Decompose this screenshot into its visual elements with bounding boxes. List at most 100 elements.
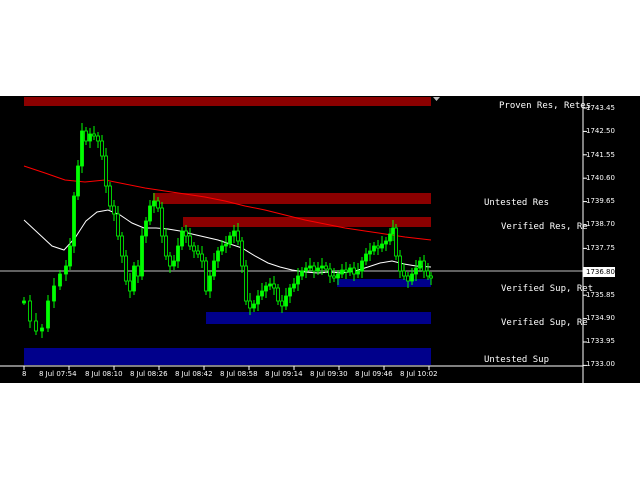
candle-body (216, 250, 220, 262)
candle-body (414, 267, 418, 275)
time-tick-label: 8 Jul 07:54 (39, 370, 77, 378)
candle-body (76, 165, 80, 197)
candle-body (58, 273, 62, 287)
candle-body (152, 200, 156, 207)
zone-label-proven-res: Proven Res, Retes (499, 101, 592, 111)
candle-body (64, 265, 68, 275)
candle-body (172, 260, 176, 267)
candle-body (224, 243, 228, 247)
candle-body (391, 227, 395, 235)
candle-body (410, 273, 414, 282)
candle-body (244, 265, 248, 302)
verified-resistance-zone (183, 217, 431, 227)
zone-label-verified-sup-2: Verified Sup, Re (501, 318, 588, 328)
time-tick-label: 8 Jul 09:30 (310, 370, 348, 378)
candle-body (136, 265, 140, 277)
candle-body (28, 300, 32, 322)
candle-body (156, 200, 160, 209)
candle-body (46, 300, 50, 329)
untested-support-zone (24, 348, 431, 365)
candle-body (188, 235, 192, 247)
candle-body (406, 275, 410, 282)
verified-support-zone-1 (337, 279, 431, 287)
time-tick-label: 8 Jul 09:46 (355, 370, 393, 378)
candle-body (276, 287, 280, 302)
candle-body (344, 269, 348, 273)
candle-body (148, 205, 152, 222)
candle-body (384, 240, 388, 245)
untested-resistance-zone (153, 193, 431, 204)
candle-body (212, 260, 216, 277)
price-tick-label: 1739.65 (586, 197, 615, 205)
proven-resistance-zone (24, 97, 431, 106)
candle-body (40, 327, 44, 332)
price-tick-label: 1743.45 (586, 104, 615, 112)
candle-body (422, 260, 426, 272)
candle-body (252, 303, 256, 309)
candle-body (336, 273, 340, 279)
candle-body (280, 300, 284, 307)
candle-body (429, 275, 433, 279)
candle-body (164, 235, 168, 257)
candle-body (356, 270, 360, 275)
candle-body (124, 255, 128, 282)
candle-body (320, 265, 324, 269)
shift-marker[interactable] (433, 97, 440, 101)
candle-body (96, 135, 100, 142)
price-tick-label: 1740.60 (586, 174, 615, 182)
candle-body (204, 260, 208, 292)
candle-body (324, 265, 328, 270)
candle-body (108, 185, 112, 207)
time-tick-label: 8 Jul 09:14 (265, 370, 303, 378)
candle-body (232, 230, 236, 237)
price-tick-label: 1733.00 (586, 360, 615, 368)
candle-body (348, 267, 352, 273)
candle-body (228, 235, 232, 245)
candle-body (248, 300, 252, 309)
time-tick-label: 8 Jul 08:10 (85, 370, 123, 378)
candle-body (160, 207, 164, 237)
candle-body (380, 243, 384, 249)
candle-body (284, 295, 288, 307)
price-tick-label: 1733.95 (586, 337, 615, 345)
candle-body (184, 230, 188, 237)
chart-window[interactable]: Proven Res, Retes Untested Res Verified … (0, 96, 640, 383)
candle-body (92, 133, 96, 137)
candle-body (264, 285, 268, 292)
candle-body (398, 255, 402, 272)
candle-body (268, 283, 272, 287)
candle-body (418, 260, 422, 269)
candlestick-series (22, 123, 433, 338)
zone-label-verified-res: Verified Res, Re (501, 222, 588, 232)
candle-body (168, 255, 172, 267)
price-tick-label: 1738.70 (586, 220, 615, 228)
candle-body (394, 227, 398, 257)
candle-body (308, 265, 312, 269)
price-tick-label: 1734.90 (586, 314, 615, 322)
candle-body (236, 230, 240, 242)
time-tick-label: 8 Jul 08:58 (220, 370, 258, 378)
zone-label-untested-sup: Untested Sup (484, 355, 550, 365)
candle-body (376, 245, 380, 249)
candle-body (220, 245, 224, 252)
candle-body (300, 270, 304, 277)
candle-body (372, 245, 376, 252)
candle-body (180, 230, 184, 247)
candle-body (196, 250, 200, 255)
candle-body (288, 287, 292, 297)
candle-body (88, 133, 92, 142)
candle-body (104, 155, 108, 187)
candle-body (72, 195, 76, 247)
candle-body (328, 268, 332, 277)
candle-body (208, 275, 212, 292)
candle-body (52, 285, 56, 302)
price-chart[interactable] (0, 96, 640, 383)
candle-body (304, 267, 308, 272)
candle-body (402, 270, 406, 277)
time-tick-label: 8 Jul 08:42 (175, 370, 213, 378)
current-price-badge: 1736.80 (583, 267, 615, 277)
verified-support-zone-2 (206, 312, 431, 324)
candle-body (240, 240, 244, 267)
candle-body (22, 300, 26, 304)
candle-body (368, 250, 372, 255)
